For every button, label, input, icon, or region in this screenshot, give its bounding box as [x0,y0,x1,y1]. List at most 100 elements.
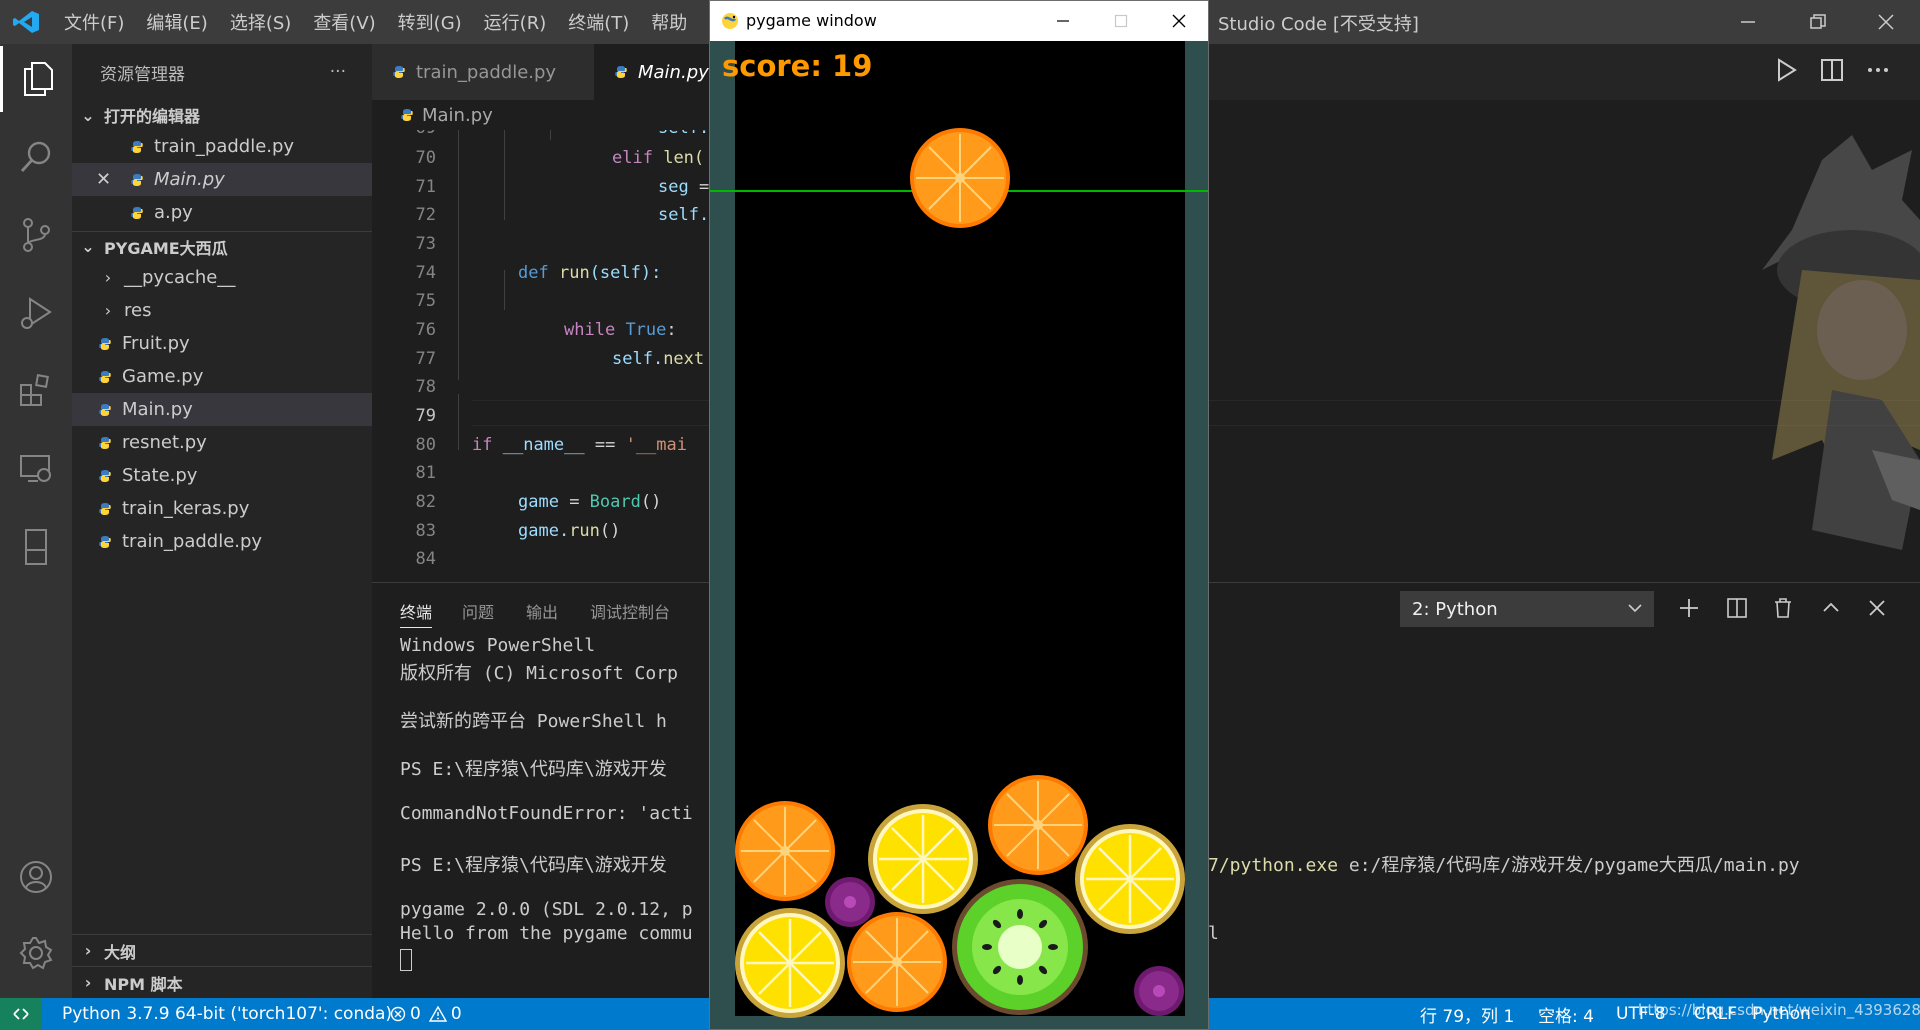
new-terminal-button[interactable] [1674,593,1704,623]
code-line-80: if __name__ == '__mai [472,435,687,455]
pygame-title-bar[interactable]: pygame window [710,1,1208,41]
explorer-activity[interactable] [0,46,72,112]
tab-problems[interactable]: 问题 [462,599,494,623]
menu-selection[interactable]: 选择(S) [230,9,291,35]
open-editor-a[interactable]: a.py [72,196,372,229]
breadcrumb-file[interactable]: Main.py [422,105,493,126]
menu-run[interactable]: 运行(R) [484,9,547,35]
run-debug-activity[interactable] [0,280,72,346]
split-terminal-button[interactable] [1722,593,1752,623]
menu-file[interactable]: 文件(F) [64,9,124,35]
search-activity[interactable] [0,124,72,190]
file-label: resnet.py [122,432,207,453]
folder-pycache[interactable]: › __pycache__ [72,261,372,294]
accounts-activity[interactable] [0,844,72,910]
kill-terminal-button[interactable] [1768,593,1798,623]
grape-fruit [825,877,875,927]
file-label: Fruit.py [122,333,190,354]
code-token: while [564,320,616,340]
pygame-close-button[interactable] [1150,1,1208,41]
tab-debug-console[interactable]: 调试控制台 [590,599,670,623]
code-token: run [558,263,590,283]
outline-section[interactable]: › 大纲 [72,934,372,966]
pygame-minimize-button[interactable] [1034,1,1092,41]
close-editor-icon[interactable]: ✕ [96,169,130,190]
explorer-title: 资源管理器 [100,64,185,85]
close-panel-button[interactable] [1862,593,1892,623]
tab-output[interactable]: 输出 [526,599,558,623]
line-number: 75 [415,291,436,311]
chevron-right-icon: › [84,973,92,992]
tab-label: train_paddle.py [416,61,557,83]
menu-go[interactable]: 转到(G) [398,9,462,35]
line-number: 82 [415,492,436,512]
terminal-cursor[interactable] [400,949,412,971]
more-actions-button[interactable]: ··· [330,62,346,82]
file-game[interactable]: Game.py [72,360,372,393]
npm-scripts-section[interactable]: › NPM 脚本 [72,966,372,998]
code-line-76: while True: [564,320,677,340]
file-resnet[interactable]: resnet.py [72,426,372,459]
file-train-keras[interactable]: train_keras.py [72,492,372,525]
vscode-logo-icon [13,11,39,33]
tab-terminal[interactable]: 终端 [400,599,433,628]
python-file-icon [99,436,111,449]
file-train-paddle[interactable]: train_paddle.py [72,525,372,558]
line-number: 72 [415,205,436,225]
line-number: 69 [372,130,436,138]
python-file-icon [615,66,627,78]
close-window-button[interactable] [1856,0,1916,44]
extensions-activity[interactable] [0,358,72,424]
remote-explorer-icon [20,455,51,482]
notebook-activity[interactable] [0,514,72,580]
file-main[interactable]: Main.py [72,393,372,426]
folder-res[interactable]: › res [72,294,372,327]
open-editors-section[interactable]: ⌄ 打开的编辑器 [72,100,372,130]
python-interpreter[interactable]: Python 3.7.9 64-bit ('torch107': conda) [62,998,392,1030]
file-state[interactable]: State.py [72,459,372,492]
python-file-icon [99,337,111,350]
close-icon [1172,14,1186,28]
terminal-line: PS E:\程序猿\代码库\游戏开发 [400,855,667,876]
trash-icon [1775,598,1791,618]
indentation[interactable]: 空格: 4 [1538,998,1594,1030]
code-token: game [518,492,559,512]
line-number: 83 [415,521,436,541]
open-editor-main[interactable]: ✕ Main.py [72,163,372,196]
code-token: = [558,492,590,512]
open-editor-train-paddle[interactable]: train_paddle.py [72,130,372,163]
pygame-maximize-button[interactable] [1092,1,1150,41]
maximize-panel-button[interactable] [1816,593,1846,623]
split-editor-icon[interactable] [1818,56,1846,84]
more-icon[interactable] [1864,56,1892,84]
remote-indicator[interactable] [0,998,42,1030]
python-file-icon [393,66,405,78]
menu-help[interactable]: 帮助 [651,9,687,35]
restore-button[interactable] [1788,0,1848,44]
orange-fruit [734,800,836,902]
remote-explorer-activity[interactable] [0,436,72,502]
source-control-activity[interactable] [0,202,72,268]
problems-indicator[interactable]: 0 0 [390,998,462,1030]
menu-view[interactable]: 查看(V) [313,9,375,35]
settings-activity[interactable] [0,920,72,986]
outline-title: 大纲 [104,942,137,962]
terminal-select[interactable]: 2: Python [1400,591,1654,627]
file-fruit[interactable]: Fruit.py [72,327,372,360]
minimize-button[interactable] [1718,0,1778,44]
cursor-position[interactable]: 行 79，列 1 [1420,998,1514,1030]
line-number: 71 [415,177,436,197]
project-section[interactable]: ⌄ PYGAME大西瓜 [72,231,372,261]
code-token: self. [658,130,709,138]
tab-train-paddle[interactable]: train_paddle.py [372,44,594,100]
python-file-icon [99,370,111,383]
remote-icon [13,1008,29,1020]
run-file-icon[interactable] [1772,56,1800,84]
menu-terminal[interactable]: 终端(T) [568,9,629,35]
line-number: 74 [415,263,436,283]
menu-edit[interactable]: 编辑(E) [146,9,207,35]
code-line-71: seg = [658,177,709,197]
line-number: 76 [415,320,436,340]
code-token: len( [663,148,705,168]
minimize-icon [1741,21,1755,23]
